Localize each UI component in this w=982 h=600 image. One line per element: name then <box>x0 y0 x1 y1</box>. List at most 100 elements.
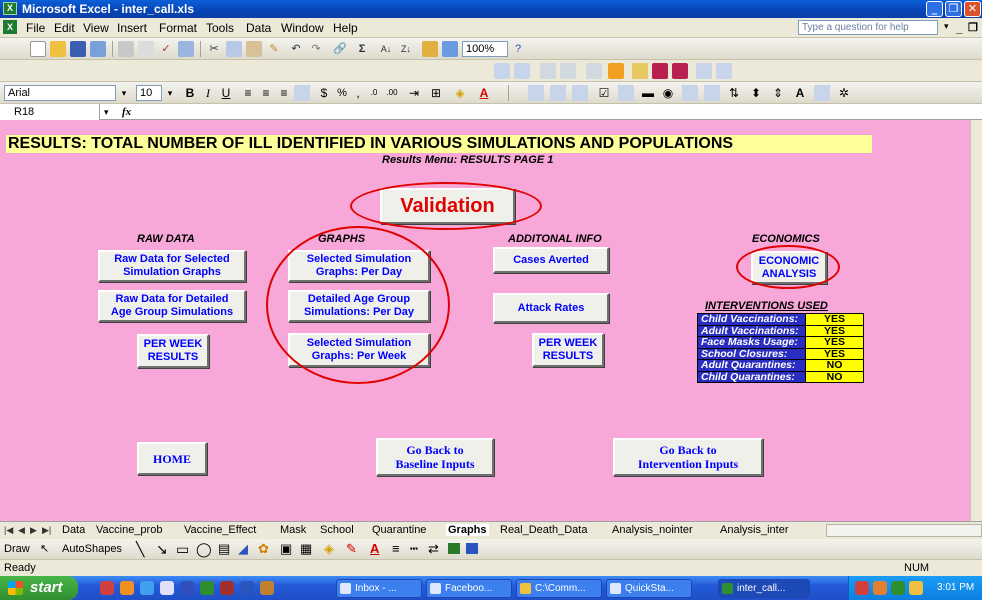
design-mode-icon[interactable] <box>550 85 566 101</box>
tab-data[interactable]: Data <box>62 524 85 536</box>
format-painter-icon[interactable]: ✎ <box>266 41 282 57</box>
highlight-icon[interactable] <box>608 63 624 79</box>
graphs-age-per-day-button[interactable]: Detailed Age Group Simulations: Per Day <box>288 290 430 322</box>
command-button-icon[interactable]: ▬ <box>640 85 656 101</box>
image-icon[interactable] <box>814 85 830 101</box>
arrow-style-icon[interactable]: ⇄ <box>428 541 439 557</box>
clipart-icon[interactable]: ▣ <box>280 541 292 557</box>
chevron-down-icon[interactable]: ▾ <box>162 85 178 101</box>
select-objects-icon[interactable]: ↖ <box>40 542 49 555</box>
scroll-bar-icon[interactable]: ⇕ <box>770 85 786 101</box>
quicklaunch-icon[interactable] <box>120 581 134 595</box>
search-icon[interactable] <box>716 63 732 79</box>
3d-style-icon[interactable] <box>466 543 478 554</box>
italic-icon[interactable]: I <box>200 85 216 101</box>
tray-icon[interactable] <box>855 581 869 595</box>
shadow-style-icon[interactable] <box>448 543 460 554</box>
taskbar-facebook[interactable]: Faceboo... <box>426 579 512 598</box>
taskbar-inbox[interactable]: Inbox - ... <box>336 579 422 598</box>
tab-mask[interactable]: Mask <box>280 524 306 536</box>
vertical-scrollbar[interactable] <box>970 120 982 521</box>
validation-button[interactable]: Validation <box>380 188 515 224</box>
home-button[interactable]: HOME <box>137 442 207 475</box>
indent-icon[interactable] <box>494 63 510 79</box>
save-icon[interactable] <box>70 41 86 57</box>
redo-icon[interactable]: ↷ <box>308 41 324 57</box>
graphs-per-week-button[interactable]: Selected Simulation Graphs: Per Week <box>288 333 430 367</box>
tray-icon[interactable] <box>909 581 923 595</box>
raw-data-detailed-button[interactable]: Raw Data for Detailed Age Group Simulatio… <box>98 290 246 322</box>
option-button-icon[interactable]: ◉ <box>660 85 676 101</box>
more-controls-icon[interactable]: ✲ <box>836 85 852 101</box>
excel-app-icon[interactable]: X <box>3 2 17 15</box>
chevron-down-icon[interactable]: ▾ <box>944 21 949 32</box>
checkbox-icon[interactable]: ☑ <box>596 85 612 101</box>
tab-real-death-data[interactable]: Real_Death_Data <box>500 524 587 536</box>
sort-ascending-icon[interactable]: A↓ <box>378 41 394 57</box>
name-box[interactable]: R18 <box>0 104 100 120</box>
increase-decimal-icon[interactable]: .0 <box>366 85 382 101</box>
spin-button-icon[interactable]: ⬍ <box>748 85 764 101</box>
raw-per-week-results-button[interactable]: PER WEEK RESULTS <box>137 334 209 368</box>
align-right-icon[interactable]: ≡ <box>276 85 292 101</box>
tray-icon[interactable] <box>873 581 887 595</box>
tab-vaccine-effect[interactable]: Vaccine_Effect <box>184 524 256 536</box>
zoom-select[interactable]: 100% <box>462 41 508 57</box>
menu-view[interactable]: View <box>83 21 109 35</box>
browser-icon[interactable] <box>140 581 154 595</box>
autoshapes-menu[interactable]: AutoShapes <box>62 543 122 555</box>
form-edit-icon[interactable] <box>672 63 688 79</box>
menu-data[interactable]: Data <box>246 21 271 35</box>
font-color-icon[interactable]: A <box>476 85 492 101</box>
form-icon[interactable] <box>652 63 668 79</box>
tab-analysis-nointer[interactable]: Analysis_nointer <box>612 524 693 536</box>
chart-type-icon[interactable] <box>528 85 544 101</box>
line-icon[interactable]: ╲ <box>136 541 144 558</box>
last-sheet-icon[interactable]: ▶| <box>42 525 51 536</box>
outlook-icon[interactable] <box>180 581 194 595</box>
print-icon[interactable] <box>118 41 134 57</box>
merge-center-icon[interactable] <box>294 85 310 101</box>
tab-vaccine-prob[interactable]: Vaccine_prob <box>96 524 162 536</box>
help-icon[interactable]: ? <box>510 41 526 57</box>
chevron-down-icon[interactable]: ▾ <box>104 104 109 120</box>
fill-color-icon[interactable]: ◈ <box>324 541 334 557</box>
minimize-icon[interactable]: _ <box>926 1 943 17</box>
graphs-per-day-button[interactable]: Selected Simulation Graphs: Per Day <box>288 250 430 282</box>
print-preview-icon[interactable] <box>138 41 154 57</box>
research-icon[interactable] <box>178 41 194 57</box>
outdent-icon[interactable] <box>514 63 530 79</box>
picture-icon[interactable]: ▦ <box>300 541 312 557</box>
decrease-decimal-icon[interactable]: .00 <box>384 85 400 101</box>
toggle-button-icon[interactable]: ⇅ <box>726 85 742 101</box>
underline-icon[interactable]: U <box>218 85 234 101</box>
reply-icon[interactable] <box>586 63 602 79</box>
align-left-icon[interactable]: ≡ <box>240 85 256 101</box>
label-icon[interactable]: A <box>792 85 808 101</box>
menu-file[interactable]: File <box>26 21 45 35</box>
powerpoint-icon[interactable] <box>220 581 234 595</box>
folder-icon[interactable] <box>632 63 648 79</box>
economic-analysis-button[interactable]: ECONOMIC ANALYSIS <box>751 251 827 284</box>
cases-averted-button[interactable]: Cases Averted <box>493 247 609 273</box>
open-icon[interactable] <box>50 41 66 57</box>
baseline-inputs-button[interactable]: Go Back to Baseline Inputs <box>376 438 494 476</box>
line-style-icon[interactable]: ≡ <box>392 541 400 556</box>
line-color-icon[interactable]: ✎ <box>346 541 357 557</box>
merge-icon[interactable] <box>560 63 576 79</box>
combo-box-icon[interactable] <box>704 85 720 101</box>
drawing-icon[interactable] <box>442 41 458 57</box>
chart-wizard-icon[interactable] <box>422 41 438 57</box>
restore-workbook-icon[interactable]: ❐ <box>968 21 978 34</box>
next-sheet-icon[interactable]: ▶ <box>30 525 37 536</box>
font-color-icon[interactable]: A <box>370 541 379 556</box>
additional-per-week-results-button[interactable]: PER WEEK RESULTS <box>532 333 604 367</box>
menu-help[interactable]: Help <box>333 21 358 35</box>
close-icon[interactable]: ✕ <box>964 1 981 17</box>
start-button[interactable]: start <box>0 576 78 600</box>
quicklaunch-icon[interactable] <box>100 581 114 595</box>
menu-tools[interactable]: Tools <box>206 21 234 35</box>
autosum-icon[interactable]: Σ <box>354 41 370 57</box>
menu-edit[interactable]: Edit <box>54 21 75 35</box>
tab-school[interactable]: School <box>320 524 354 536</box>
